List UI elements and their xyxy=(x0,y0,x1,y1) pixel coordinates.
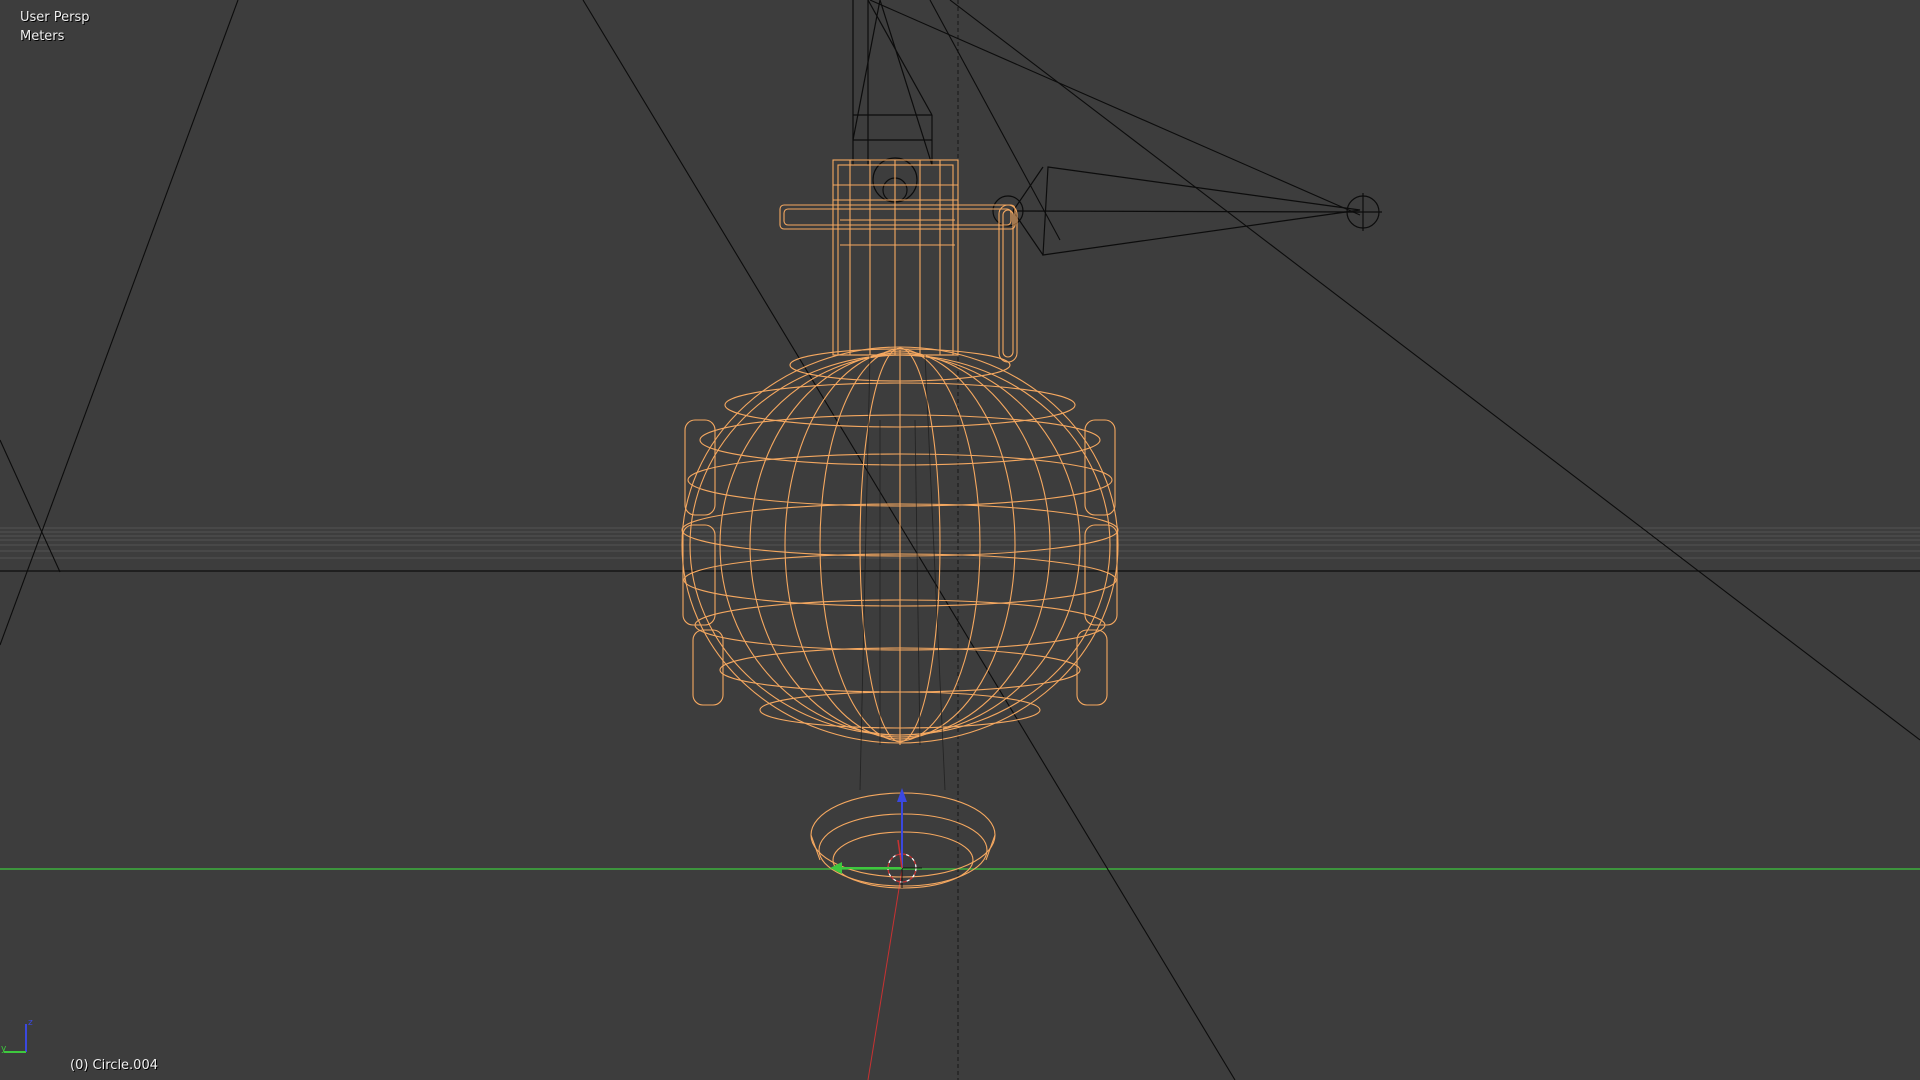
active-object-info: (0) Circle.004 xyxy=(70,1058,158,1073)
axis-orientation-widget: z y xyxy=(1,1018,33,1054)
z-axis-label: z xyxy=(28,1018,33,1028)
transform-manipulator[interactable] xyxy=(830,788,907,874)
units-label: Meters xyxy=(20,29,65,44)
x-axis-line xyxy=(867,869,903,1080)
view-name-label: User Persp xyxy=(20,10,90,25)
spot-lamp xyxy=(992,166,1382,256)
floor-grid xyxy=(0,527,1920,559)
viewport-scene[interactable] xyxy=(0,0,1920,1080)
y-axis-label: y xyxy=(1,1044,7,1054)
3d-viewport[interactable]: User Persp Meters z y (0) Circle.004 xyxy=(0,0,1920,1080)
